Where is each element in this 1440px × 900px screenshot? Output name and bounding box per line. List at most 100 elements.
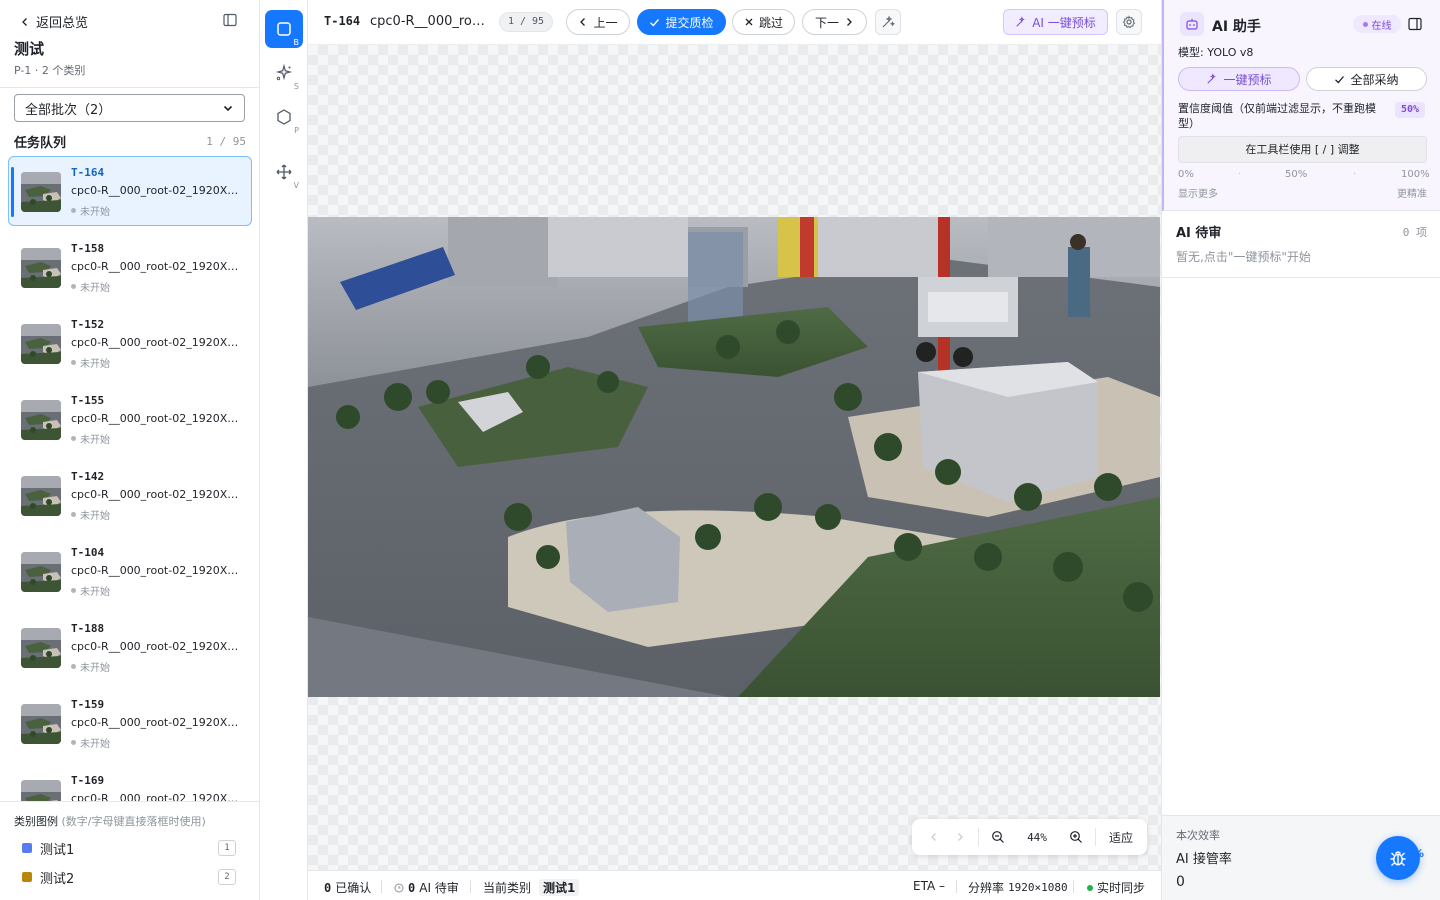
resolution-value: 1920×1080 (1008, 881, 1068, 894)
tick-dot: · (1353, 169, 1357, 180)
sync-label: 实时同步 (1097, 881, 1146, 895)
separator (1073, 880, 1074, 893)
task-id: T-104 (71, 546, 105, 559)
task-queue: T-164 cpc0-R__000_root-02_1920X1080 未开始 T-1… (8, 156, 252, 801)
tool-hotkey: B (293, 38, 300, 47)
queue-item[interactable]: T-155 cpc0-R__000_root-02_1920X1080 未开始 (8, 384, 252, 454)
zoom-in-button[interactable] (1067, 827, 1085, 847)
confidence-hint[interactable]: 在工具栏使用 [ / ] 调整 (1178, 136, 1427, 163)
task-name: cpc0-R__000_root-02_1920X1080 (71, 412, 243, 425)
task-id: T-159 (71, 698, 105, 711)
ai-assistant-box: AI 助手 在线 模型: YOLO v8 一键预标 全部采纳 置信度阈值（仅前端… (1162, 0, 1440, 211)
legend-hint: (数字/字母键直接落框时使用) (61, 815, 206, 828)
close-icon (745, 18, 753, 26)
zoom-out-button[interactable] (989, 827, 1007, 847)
ai-pending-title: AI 待审 (1176, 226, 1222, 241)
submit-label: 提交质检 (665, 15, 714, 30)
status-dot (71, 208, 76, 213)
next-button[interactable]: 下一 (802, 9, 867, 35)
magic-wand-button[interactable] (875, 9, 901, 35)
task-name: cpc0-R__000_root-02_1920X1080 (71, 792, 243, 801)
bbox-tool-button[interactable]: B (265, 10, 303, 48)
queue-item[interactable]: T-152 cpc0-R__000_root-02_1920X1080 未开始 (8, 308, 252, 378)
more-precise-label: 更精准 (1397, 189, 1427, 200)
queue-item[interactable]: T-104 cpc0-R__000_root-02_1920X1080 未开始 (8, 536, 252, 606)
task-name: cpc0-R__000_root-02_1920X1080 (71, 336, 243, 349)
queue-item[interactable]: T-158 cpc0-R__000_root-02_1920X1080 未开始 (8, 232, 252, 302)
sync-dot (1087, 884, 1093, 891)
resolution-status: 分辨率 1920×1080 (968, 879, 1068, 896)
queue-item[interactable]: T-188 cpc0-R__000_root-02_1920X1080 未开始 (8, 612, 252, 682)
task-thumbnail (21, 704, 61, 744)
project-title: 测试 (14, 40, 45, 58)
polygon-tool-button[interactable]: P (265, 98, 303, 136)
category-name: 测试2 (40, 871, 75, 887)
status-dot (71, 512, 76, 517)
task-status-label: 未开始 (80, 359, 110, 370)
task-status-label: 未开始 (80, 587, 110, 598)
ai-pending-count: 0 项 (1402, 225, 1427, 239)
one-click-predict-button[interactable]: 一键预标 (1178, 67, 1300, 91)
fit-button[interactable]: 适应 (1105, 827, 1137, 847)
annotation-canvas[interactable]: 44% 适应 (308, 45, 1161, 870)
left-sidebar: 返回总览 测试 P-1 · 2 个类别 全部批次（2） 任务队列 1 / 95 … (0, 0, 260, 900)
task-status-label: 未开始 (80, 435, 110, 446)
confirmed-label: 已确认 (335, 881, 372, 895)
legend-item-test1[interactable]: 测试1 1 (22, 838, 236, 858)
back-to-overview-link[interactable]: 返回总览 (20, 12, 88, 31)
online-label: 在线 (1371, 20, 1392, 32)
task-status: 未开始 (71, 279, 110, 294)
status-dot (71, 284, 76, 289)
undo-arrow-button[interactable] (926, 827, 942, 847)
tick-0: 0% (1178, 169, 1194, 180)
check-icon (650, 18, 660, 27)
legend-title: 类别图例 (14, 815, 58, 828)
accept-all-button[interactable]: 全部采纳 (1306, 67, 1427, 91)
task-thumbnail (21, 552, 61, 592)
ai-predict-button[interactable]: AI 一键预标 (1003, 9, 1108, 35)
skip-button[interactable]: 跳过 (732, 9, 795, 35)
task-id: T-164 (324, 14, 361, 28)
divider (1162, 277, 1440, 278)
task-thumbnail (21, 628, 61, 668)
task-status-label: 未开始 (80, 283, 110, 294)
move-tool-button[interactable]: V (265, 153, 303, 191)
bug-icon (1390, 851, 1406, 867)
queue-item[interactable]: T-169cpc0-R__000_root-02_1920X1080未开始 (8, 764, 252, 801)
task-thumbnail (21, 476, 61, 516)
redo-arrow-button[interactable] (952, 827, 968, 847)
task-status: 未开始 (71, 431, 110, 446)
confidence-value: 50% (1395, 102, 1425, 118)
task-status-label: 未开始 (80, 511, 110, 522)
magic-wand-icon (882, 15, 895, 28)
collapse-sidebar-icon[interactable] (222, 12, 240, 30)
submit-qc-button[interactable]: 提交质检 (637, 9, 726, 35)
tool-hotkey: V (293, 181, 299, 190)
collapse-panel-icon[interactable] (1407, 16, 1423, 32)
task-thumbnail (21, 400, 61, 440)
category-name: 测试1 (40, 842, 75, 858)
batch-select[interactable]: 全部批次（2） (14, 94, 245, 122)
task-id: T-169 (71, 774, 105, 787)
settings-button[interactable] (1116, 9, 1142, 35)
legend-item-test2[interactable]: 测试2 2 (22, 867, 236, 887)
task-status: 未开始 (71, 507, 110, 522)
image-to-annotate[interactable] (308, 217, 1160, 697)
bug-report-button[interactable] (1376, 836, 1420, 880)
project-subtitle: P-1 · 2 个类别 (14, 64, 86, 77)
skip-label: 跳过 (758, 15, 783, 30)
eta-label: ETA – (913, 879, 946, 893)
current-category-value: 测试1 (539, 879, 580, 896)
queue-item[interactable]: T-142 cpc0-R__000_root-02_1920X1080 未开始 (8, 460, 252, 530)
task-thumbnail (21, 172, 61, 212)
queue-item[interactable]: T-159 cpc0-R__000_root-02_1920X1080 未开始 (8, 688, 252, 758)
queue-item[interactable]: T-164 cpc0-R__000_root-02_1920X1080 未开始 (8, 156, 252, 226)
category-color-swatch (22, 843, 32, 853)
chevron-right-icon (847, 18, 852, 26)
ai-pending-label: AI 待审 (419, 881, 459, 895)
magic-wand-icon (1207, 73, 1217, 84)
gear-icon (1122, 15, 1136, 29)
ai-pending-header: AI 待审 0 项 (1176, 222, 1427, 242)
prev-button[interactable]: 上一 (566, 9, 630, 35)
smart-tool-button[interactable]: S (265, 54, 303, 92)
